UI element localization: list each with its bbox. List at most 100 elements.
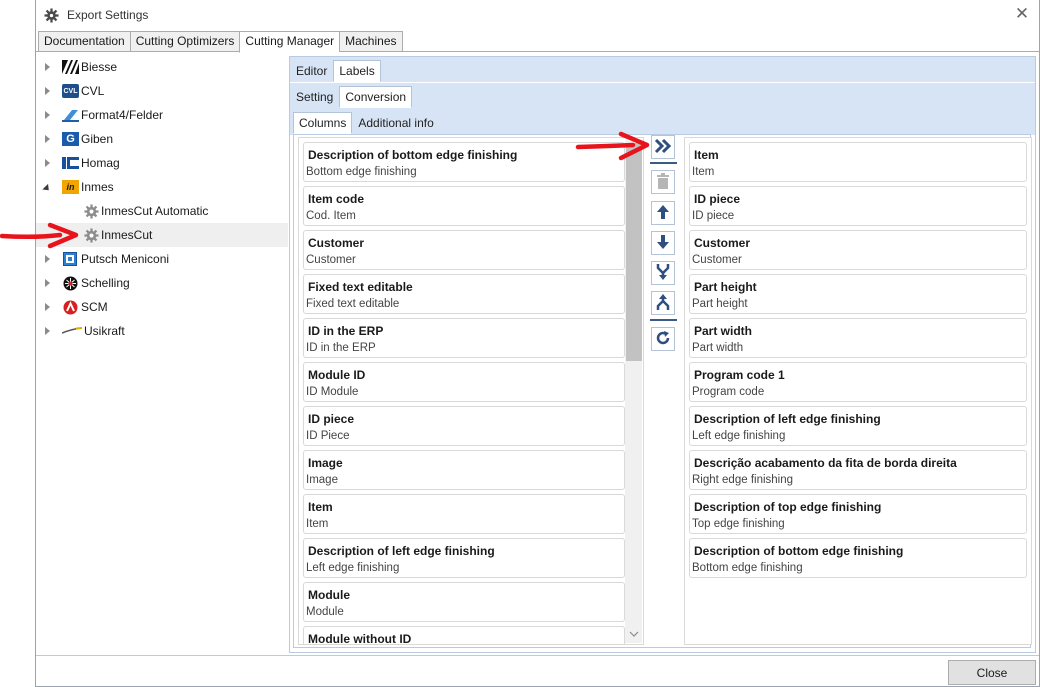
tree-item-label: Format4/Felder [81,108,164,122]
tab-setting[interactable]: Setting [290,86,339,108]
close-icon[interactable]: ✕ [1011,3,1033,25]
tree-item-homag[interactable]: Homag [36,151,288,175]
tab-additional-info[interactable]: Additional info [352,112,439,134]
item-subtitle: Item [692,166,715,178]
chevron-down-icon[interactable] [628,628,640,640]
list-item[interactable]: Descrição acabamento da fita de borda di… [689,450,1027,490]
tab-editor[interactable]: Editor [290,60,333,82]
expand-icon[interactable] [42,86,52,96]
item-subtitle: Customer [306,254,356,266]
tree-item-label: InmesCut Automatic [101,204,209,218]
expand-icon[interactable] [42,326,52,336]
expand-icon[interactable] [42,254,52,264]
tree-item-label: Homag [81,156,120,170]
list-item[interactable]: Description of bottom edge finishing Bott… [303,142,625,182]
usikraft-logo [62,324,82,338]
tree-item-label: Biesse [81,60,118,74]
list-item[interactable]: Module ID ID Module [303,362,625,402]
arrow-down-icon [656,234,670,253]
list-item[interactable]: ID in the ERP ID in the ERP [303,318,625,358]
tree-item-biesse[interactable]: Biesse [36,55,288,79]
tree-item-cvl[interactable]: CVL CVL [36,79,288,103]
item-title: Description of top edge finishing [694,500,882,514]
tree-item-inmescut[interactable]: InmesCut [36,223,288,247]
list-item[interactable]: Customer Customer [689,230,1027,270]
split-icon [655,293,671,314]
move-up-button[interactable] [651,201,675,225]
toolbar-separator [650,319,677,321]
list-item[interactable]: Module Module [303,582,625,622]
item-title: Customer [694,236,751,250]
tab-labels[interactable]: Labels [333,60,381,82]
split-button[interactable] [651,291,675,315]
format4-logo [62,108,79,122]
reset-button[interactable] [651,327,675,351]
tab-cutting-manager[interactable]: Cutting Manager [239,31,340,53]
expand-icon[interactable] [42,110,52,120]
list-item[interactable]: ID piece ID piece [689,186,1027,226]
gear-icon [83,203,99,219]
expand-icon[interactable] [42,158,52,168]
arrow-up-icon [656,204,670,223]
item-subtitle: Module [306,606,344,618]
expand-icon[interactable] [42,278,52,288]
item-subtitle: Part height [692,298,748,310]
tree-item-giben[interactable]: G Giben [36,127,288,151]
giben-logo: G [62,132,79,146]
list-item[interactable]: Image Image [303,450,625,490]
list-item[interactable]: Program code 1 Program code [689,362,1027,402]
expand-icon[interactable] [42,302,52,312]
delete-button[interactable] [651,170,675,194]
list-item[interactable]: Part width Part width [689,318,1027,358]
schelling-logo [62,276,79,290]
toolbar-separator [650,162,677,164]
item-subtitle: Top edge finishing [692,518,785,530]
tab-columns[interactable]: Columns [293,112,353,134]
list-item[interactable]: Description of left edge finishing Left e… [689,406,1027,446]
tree-item-label: CVL [81,84,105,98]
window-title: Export Settings [67,8,149,22]
tree-item-inmescut-automatic[interactable]: InmesCut Automatic [36,199,288,223]
item-subtitle: Part width [692,342,744,354]
expand-icon[interactable] [42,62,52,72]
collapse-icon[interactable] [42,182,52,193]
list-item[interactable]: Item code Cod. Item [303,186,625,226]
close-button[interactable]: Close [948,660,1036,685]
item-subtitle: Left edge finishing [692,430,786,442]
scm-logo [62,300,79,314]
tab-cutting-optimizers[interactable]: Cutting Optimizers [129,31,240,52]
tab-machines[interactable]: Machines [339,31,403,52]
tab-documentation[interactable]: Documentation [38,31,130,52]
list-item[interactable]: Description of left edge finishing Left e… [303,538,625,578]
list-item[interactable]: ID piece ID Piece [303,406,625,446]
list-item[interactable]: Fixed text editable Fixed text editable [303,274,625,314]
list-item[interactable]: Customer Customer [303,230,625,270]
item-title: Module without ID [308,632,412,645]
tree-item-putsch-meniconi[interactable]: Putsch Meniconi [36,247,288,271]
list-item[interactable]: Part height Part height [689,274,1027,314]
item-title: ID in the ERP [308,324,384,338]
list-item[interactable]: Module without ID [303,626,625,645]
tree-item-schelling[interactable]: Schelling [36,271,288,295]
list-item[interactable]: Item Item [689,142,1027,182]
add-all-button[interactable] [651,135,675,159]
item-subtitle: Program code [692,386,765,398]
list-item[interactable]: Description of top edge finishing Top edg… [689,494,1027,534]
move-down-button[interactable] [651,231,675,255]
tree-item-inmes[interactable]: in Inmes [36,175,288,199]
list-item[interactable]: Item Item [303,494,625,534]
tree-item-usikraft[interactable]: Usikraft [36,319,288,343]
title-bar: Export Settings ✕ [36,0,1039,30]
scrollbar-thumb[interactable] [626,143,642,361]
list-item[interactable]: Description of bottom edge finishing Bott… [689,538,1027,578]
expand-icon[interactable] [42,134,52,144]
cvl-logo: CVL [62,84,79,98]
tree-item-scm[interactable]: SCM [36,295,288,319]
merge-button[interactable] [651,261,675,285]
tree-item-format4[interactable]: Format4/Felder [36,103,288,127]
tab-conversion[interactable]: Conversion [339,86,413,108]
homag-logo [62,156,79,170]
machine-tree: Biesse CVL CVL Format4/Felder G Giben Ho… [36,52,288,652]
item-title: Item code [308,192,365,206]
tree-item-label: SCM [81,300,108,314]
